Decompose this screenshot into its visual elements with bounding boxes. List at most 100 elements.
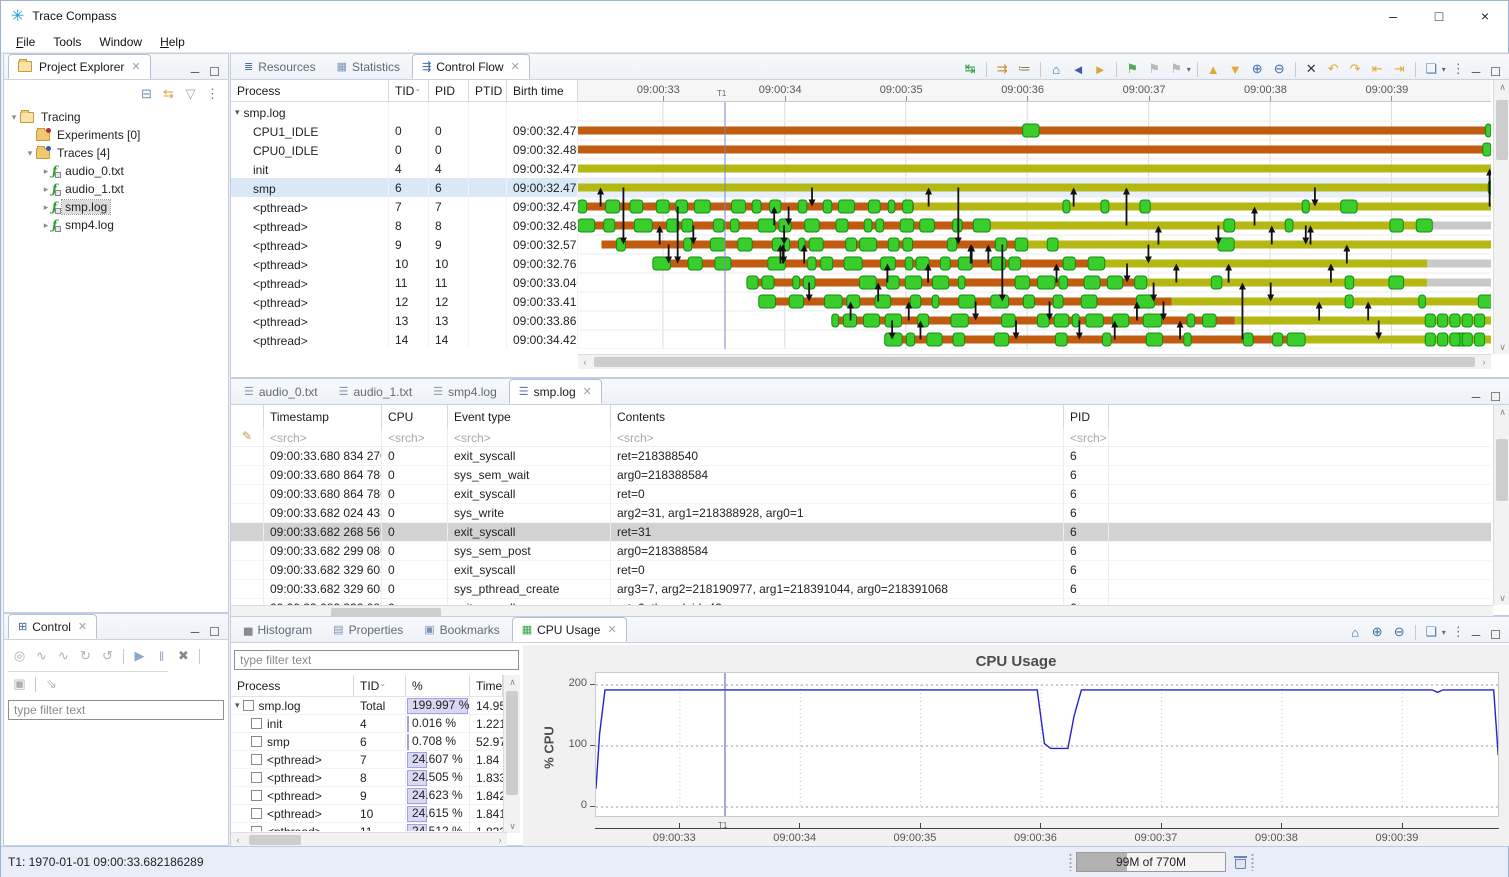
cf-time-axis[interactable]: 09:00:3309:00:3409:00:3509:00:3609:00:37… — [578, 80, 1491, 102]
grip-handle[interactable] — [1069, 853, 1072, 871]
import-trace-icon[interactable]: ⇘ — [42, 674, 61, 694]
events-tab-audio-1-txt[interactable]: ☰audio_1.txt — [330, 379, 422, 404]
tree-item-traces-4[interactable]: ▾Traces [4] — [8, 144, 226, 162]
stop-trace-icon[interactable]: ✖ — [174, 646, 193, 666]
cf-row-init[interactable]: init4409:00:32.4760 — [231, 159, 578, 178]
cf-row-pthread[interactable]: <pthread>121209:00:33.4134 — [231, 292, 578, 311]
tree-item-audio-1-txt[interactable]: ▸ƒaudio_1.txt — [8, 180, 226, 198]
align-views-icon[interactable]: ⇉ — [993, 59, 1012, 79]
scroll-down-icon[interactable]: ∨ — [1494, 340, 1509, 354]
expander-icon[interactable]: ▸ — [40, 202, 52, 213]
filter-cell-event-type[interactable]: <srch> — [448, 429, 611, 446]
expander-icon[interactable]: ▾ — [24, 148, 36, 159]
add-bookmark-icon[interactable]: ⚑ — [1123, 59, 1142, 79]
column-header-cpu[interactable]: CPU — [382, 405, 448, 429]
select-previous-process-icon[interactable]: ▲ — [1204, 59, 1223, 79]
cpu-row-pthread[interactable]: <pthread>924.623 %1.842 s — [231, 787, 503, 805]
column-header-pid[interactable]: PID — [429, 80, 469, 101]
panel-maximize-button[interactable]: ☐ — [1490, 65, 1501, 79]
column-header-pid[interactable]: PID — [1064, 405, 1109, 429]
expander-icon[interactable]: ▸ — [40, 184, 52, 195]
event-row[interactable]: 09:00:33.682 299 0860sys_sem_postarg0=21… — [231, 542, 1491, 561]
reset-time-scale-icon[interactable]: ↹ — [961, 59, 980, 79]
column-header-tid[interactable]: TID⌄ — [354, 675, 406, 696]
collapse-all-icon[interactable]: ⊟ — [137, 84, 156, 104]
new-connection-icon[interactable]: ◎ — [10, 646, 29, 666]
column-header-time[interactable]: Time — [470, 675, 503, 696]
cf-row-pthread[interactable]: <pthread>111109:00:33.0404 — [231, 273, 578, 292]
event-row[interactable]: 09:00:33.682 024 4330sys_writearg2=31, a… — [231, 504, 1491, 523]
hide-arrows-icon[interactable]: ✕ — [1302, 59, 1321, 79]
vertical-scrollbar[interactable]: ∧∨ — [1493, 80, 1509, 354]
cpu-usage-plot[interactable] — [595, 672, 1499, 817]
vertical-scrollbar[interactable]: ∧∨ — [1493, 405, 1509, 605]
tree-item-audio-0-txt[interactable]: ▸ƒaudio_0.txt — [8, 162, 226, 180]
menu-file[interactable]: File — [7, 33, 44, 51]
cf-row-smp[interactable]: smp6609:00:32.4760 — [231, 178, 578, 197]
scrollbar-thumb[interactable] — [249, 835, 301, 845]
tree-item-experiments-0[interactable]: Experiments [0] — [8, 126, 226, 144]
horizontal-scrollbar[interactable]: ‹› — [231, 832, 507, 847]
home-icon[interactable]: ⌂ — [1047, 59, 1066, 79]
tree-item-smp4-log[interactable]: ▸ƒsmp4.log — [8, 216, 226, 234]
cpu-row-pthread[interactable]: <pthread>1024.615 %1.841 s — [231, 805, 503, 823]
view-menu-icon[interactable]: ⋮ — [1449, 622, 1468, 642]
scrollbar-thumb[interactable] — [1496, 100, 1508, 160]
start-trace-icon[interactable]: ▶ — [130, 646, 149, 666]
column-header-birth-time[interactable]: Birth time — [507, 80, 578, 101]
control-filter-input[interactable] — [8, 700, 224, 720]
event-row[interactable]: 09:00:33.680 864 7860exit_syscallret=06 — [231, 485, 1491, 504]
cf-row-pthread[interactable]: <pthread>8809:00:32.4843 — [231, 216, 578, 235]
scroll-up-icon[interactable]: ∧ — [1494, 80, 1509, 94]
control-command-icon[interactable]: ∿ — [54, 646, 73, 666]
cpu-row-smp-log[interactable]: ▾smp.logTotal199.997 %14.959 — [231, 697, 503, 715]
tree-item-smp-log[interactable]: ▸ƒsmp.log — [8, 198, 226, 216]
process-checkbox[interactable] — [251, 808, 262, 819]
expander-icon[interactable]: ▸ — [40, 166, 52, 177]
filter-cell-contents[interactable]: <srch> — [611, 429, 1064, 446]
panel-maximize-button[interactable]: ☐ — [1490, 390, 1501, 404]
panel-minimize-button[interactable]: ─ — [1472, 65, 1481, 79]
panel-minimize-button[interactable]: ─ — [1472, 628, 1481, 642]
process-checkbox[interactable] — [251, 754, 262, 765]
control-tab[interactable]: ⊞Control✕ — [8, 614, 97, 639]
follow-forward-icon[interactable]: ↷ — [1346, 59, 1365, 79]
column-header-process[interactable]: Process — [231, 80, 389, 101]
cpu-row-pthread[interactable]: <pthread>824.505 %1.833 s — [231, 769, 503, 787]
process-checkbox[interactable] — [251, 718, 262, 729]
scroll-down-icon[interactable]: ∨ — [504, 819, 521, 833]
menu-window[interactable]: Window — [90, 33, 151, 51]
process-checkbox[interactable] — [251, 790, 262, 801]
column-header-contents[interactable]: Contents — [611, 405, 1064, 429]
zoom-out-icon[interactable]: ⊖ — [1390, 622, 1409, 642]
previous-marker-icon[interactable]: ⚑ — [1145, 59, 1164, 79]
scrollbar-thumb[interactable] — [1496, 439, 1508, 501]
column-header-timestamp[interactable]: Timestamp — [264, 405, 382, 429]
project-explorer-tab[interactable]: Project Explorer✕ — [8, 54, 151, 79]
new-view-icon[interactable]: ❏ — [1422, 59, 1441, 79]
cf-tab-resources[interactable]: ≣Resources — [235, 54, 325, 79]
scroll-up-icon[interactable]: ∧ — [1494, 405, 1509, 419]
panel-minimize-button[interactable]: ─ — [1472, 390, 1481, 404]
menu-help[interactable]: Help — [151, 33, 194, 51]
dropdown-arrow-icon[interactable]: ▾ — [1187, 65, 1191, 74]
dropdown-arrow-icon[interactable]: ▾ — [1442, 65, 1446, 74]
expander-icon[interactable]: ▾ — [235, 700, 240, 711]
zoom-out-icon[interactable]: ⊖ — [1270, 59, 1289, 79]
scroll-left-icon[interactable]: ‹ — [578, 355, 592, 369]
previous-window-icon[interactable]: ◄ — [1069, 59, 1088, 79]
horizontal-scrollbar[interactable]: ‹› — [578, 354, 1491, 369]
close-icon[interactable]: ✕ — [511, 60, 520, 73]
close-button[interactable]: × — [1462, 1, 1508, 31]
cpu-filter-input[interactable] — [234, 650, 519, 670]
next-marker-icon[interactable]: ⚑ — [1167, 59, 1186, 79]
close-icon[interactable]: ✕ — [78, 620, 87, 633]
scroll-down-icon[interactable]: ∨ — [1494, 591, 1509, 605]
control-create-session-icon[interactable]: ∿ — [32, 646, 51, 666]
go-to-first-icon[interactable]: ⇤ — [1368, 59, 1387, 79]
event-row[interactable]: 09:00:33.680 864 7860sys_sem_waitarg0=21… — [231, 466, 1491, 485]
expander-icon[interactable]: ▸ — [40, 220, 52, 231]
zoom-in-icon[interactable]: ⊕ — [1248, 59, 1267, 79]
events-tab-smp-log[interactable]: ☰smp.log✕ — [509, 379, 602, 404]
cpu-row-pthread[interactable]: <pthread>724.607 %1.84 s — [231, 751, 503, 769]
